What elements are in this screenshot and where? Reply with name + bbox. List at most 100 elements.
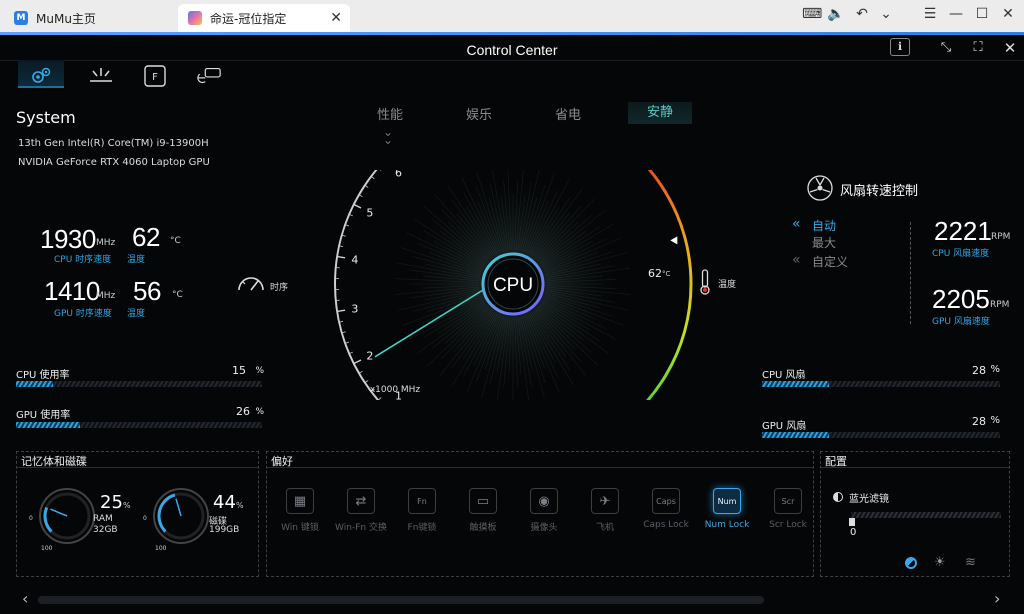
tab-game[interactable]: 命运-冠位指定 ✕ <box>178 4 350 32</box>
gpu-usage-bar <box>16 422 262 428</box>
temp-label: 温度 <box>718 280 737 290</box>
expand-icon[interactable]: ⛶ <box>966 38 990 58</box>
gauge-tick <box>337 255 346 259</box>
pref-camera[interactable]: ◉ 摄像头 <box>513 488 575 533</box>
cpu-usage-value: 15 <box>232 364 246 377</box>
menu-icon[interactable]: ☰ <box>920 6 940 22</box>
pref-touchpad[interactable]: ▭ 触摸板 <box>452 488 514 533</box>
fn-key-icon[interactable]: F <box>142 64 168 88</box>
fan-mode-custom[interactable]: 自定义 <box>812 253 848 270</box>
lighting-icon[interactable] <box>88 64 114 88</box>
cpu-clock-value: 1930 <box>40 224 96 254</box>
pref-win-grid[interactable]: ▦ Win 键锁 <box>269 488 331 533</box>
cpu-usage-unit: % <box>255 366 264 376</box>
pref-label: 触摸板 <box>469 523 497 533</box>
close-tab-icon[interactable]: ✕ <box>330 10 342 26</box>
pref-caps[interactable]: Caps Caps Lock <box>635 488 697 530</box>
fan-icon <box>806 174 834 206</box>
back-icon[interactable]: ↶ <box>852 6 872 22</box>
pref-airplane[interactable]: ✈ 飞机 <box>574 488 636 533</box>
fan-divider <box>910 222 911 324</box>
display-mode-icon[interactable] <box>905 557 917 569</box>
speedometer-icon <box>236 272 266 298</box>
cpu-fan-bar <box>762 381 1000 387</box>
gpu-fan-unit: % <box>990 415 1000 426</box>
cpu-fan-rpm: 2221 <box>934 216 992 246</box>
slider-value: 0 <box>850 527 857 538</box>
pref-scr[interactable]: Scr Scr Lock <box>757 488 819 530</box>
ram-size: 32GB <box>93 525 118 535</box>
gauge-tick-label: 6 <box>395 170 402 179</box>
tab-mumu-home[interactable]: M MuMu主页 <box>4 4 174 32</box>
fan-mode-auto[interactable]: 自动 <box>812 217 836 234</box>
chevron-down-icon[interactable]: ⌄ <box>876 6 896 22</box>
cpu-fan-rpm-label: CPU 风扇速度 <box>932 249 990 259</box>
camera-icon: ◉ <box>530 488 558 514</box>
gauge-tick <box>370 176 375 180</box>
fan-control-title: 风扇转速控制 <box>840 184 919 199</box>
blue-light-slider[interactable] <box>851 512 1001 518</box>
keyboard-icon[interactable]: ⌨ <box>802 6 822 22</box>
scr-icon: Scr <box>774 488 802 514</box>
pref-fn[interactable]: Fn Fn键锁 <box>391 488 453 533</box>
title-bar: M MuMu主页 命运-冠位指定 ✕ ⌨ 🔈 ↶ ⌄ ☰ — ☐ ✕ <box>0 0 1024 32</box>
temp-marker <box>670 236 678 245</box>
gpu-clock-value: 1410 <box>44 276 100 306</box>
pref-label: Fn键锁 <box>407 523 437 533</box>
gpu-fan-fill <box>762 432 829 438</box>
mode-power-saving[interactable]: 省电 <box>538 104 598 123</box>
win-grid-icon: ▦ <box>286 488 314 514</box>
gauge-center-label: CPU <box>493 275 533 296</box>
scroll-right-icon[interactable]: › <box>994 589 1000 608</box>
fan-mode-max[interactable]: 最大 <box>812 234 836 251</box>
gpu-usage-unit: % <box>255 407 264 417</box>
memory-panel-title: 记忆体和磁碟 <box>21 455 87 468</box>
blue-light-label: 蓝光滤镜 <box>849 494 889 505</box>
preferences-panel-title: 偏好 <box>271 455 293 468</box>
cpu-gauge: 01234567 CPU x1000 MHz 62 °C <box>334 170 693 400</box>
brightness-icon[interactable]: ☀ <box>934 555 946 570</box>
gauge-tick <box>353 203 362 209</box>
mode-performance[interactable]: 性能 <box>360 104 420 123</box>
gpu-fan-label: GPU 风扇 <box>762 421 807 432</box>
page-title: Control Center <box>466 42 558 58</box>
pref-swap[interactable]: ⇄ Win-Fn 交换 <box>330 488 392 533</box>
swap-icon: ⇄ <box>347 488 375 514</box>
slider-thumb[interactable] <box>849 518 855 526</box>
mode-entertainment[interactable]: 娱乐 <box>449 104 509 123</box>
gauge-tick <box>353 359 362 365</box>
volume-icon[interactable]: 🔈 <box>826 6 846 22</box>
thermometer-icon <box>698 268 712 300</box>
caps-icon: Caps <box>652 488 680 514</box>
wave-icon[interactable]: ≋ <box>965 555 976 570</box>
collapse-icon[interactable]: ⤡ <box>934 38 958 58</box>
gear-icon[interactable] <box>28 64 54 88</box>
ram-dial-max: 100 <box>41 545 53 552</box>
close-icon[interactable]: ✕ <box>998 38 1022 58</box>
horizontal-scrollbar[interactable] <box>38 596 764 604</box>
double-chevron-down-icon[interactable]: ⌄ ⌄ <box>383 126 393 146</box>
touchpad-icon: ▭ <box>469 488 497 514</box>
minimize-icon[interactable]: — <box>946 6 966 22</box>
blue-light-icon <box>833 492 843 502</box>
fn-icon: Fn <box>408 488 436 514</box>
pref-label: Num Lock <box>704 520 750 530</box>
gauge-tick <box>364 380 369 383</box>
scroll-left-icon[interactable]: ‹ <box>22 589 28 608</box>
close-window-icon[interactable]: ✕ <box>998 6 1018 22</box>
ram-dial-min: 0 <box>29 515 33 522</box>
mode-quiet[interactable]: 安静 <box>628 102 692 124</box>
info-icon[interactable]: ℹ <box>890 38 910 56</box>
pref-num[interactable]: Num Num Lock <box>696 488 758 530</box>
pref-label: 飞机 <box>595 523 614 533</box>
cpu-usage-label: CPU 使用率 <box>16 370 70 381</box>
gpu-rpm-unit: RPM <box>990 300 1010 310</box>
disk-size: 199GB <box>209 525 240 535</box>
cpu-temp-value: 62 <box>132 222 160 252</box>
cpu-rpm-unit: RPM <box>991 232 1011 242</box>
macro-icon[interactable] <box>196 64 222 88</box>
double-chevron-left-icon: « <box>792 252 801 268</box>
maximize-icon[interactable]: ☐ <box>972 6 992 22</box>
gpu-temp-value: 56 <box>133 276 161 306</box>
disk-percent-unit: % <box>236 501 244 510</box>
